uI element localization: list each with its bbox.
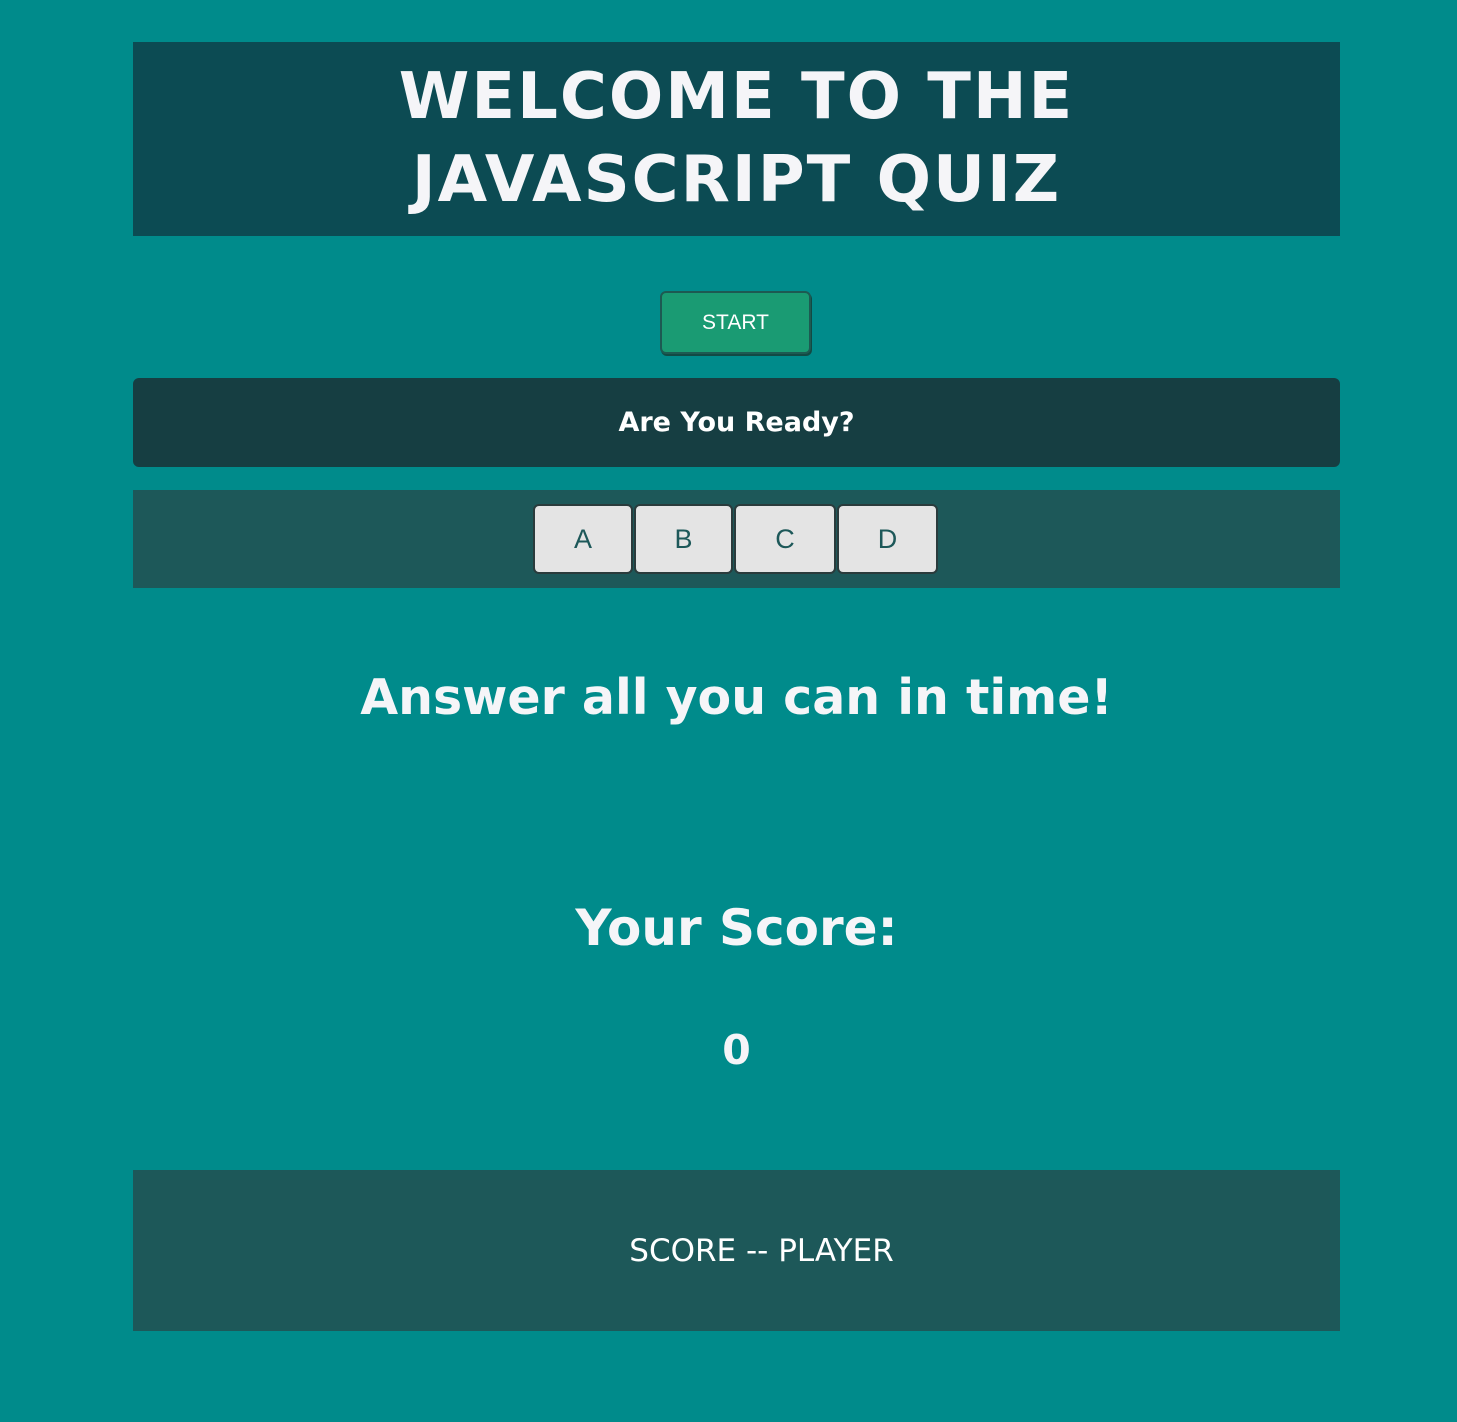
answer-a-button[interactable]: A — [533, 504, 633, 574]
page-header: WELCOME TO THE JAVASCRIPT QUIZ — [133, 42, 1340, 236]
page-title: WELCOME TO THE JAVASCRIPT QUIZ — [398, 60, 1075, 217]
question-text: Are You Ready? — [133, 378, 1340, 467]
answer-b-button[interactable]: B — [634, 504, 733, 574]
answer-buttons-panel: A B C D — [133, 490, 1340, 588]
scoreboard-entry: SCORE -- PLAYER — [629, 1232, 894, 1269]
answer-c-button[interactable]: C — [734, 504, 836, 574]
instruction-text: Answer all you can in time! — [360, 669, 1113, 726]
score-value: 0 — [722, 1026, 751, 1074]
scoreboard-panel: SCORE -- PLAYER — [133, 1170, 1340, 1331]
answer-d-button[interactable]: D — [837, 504, 938, 574]
start-button[interactable]: START — [660, 291, 811, 354]
score-heading: Your Score: — [575, 899, 898, 957]
